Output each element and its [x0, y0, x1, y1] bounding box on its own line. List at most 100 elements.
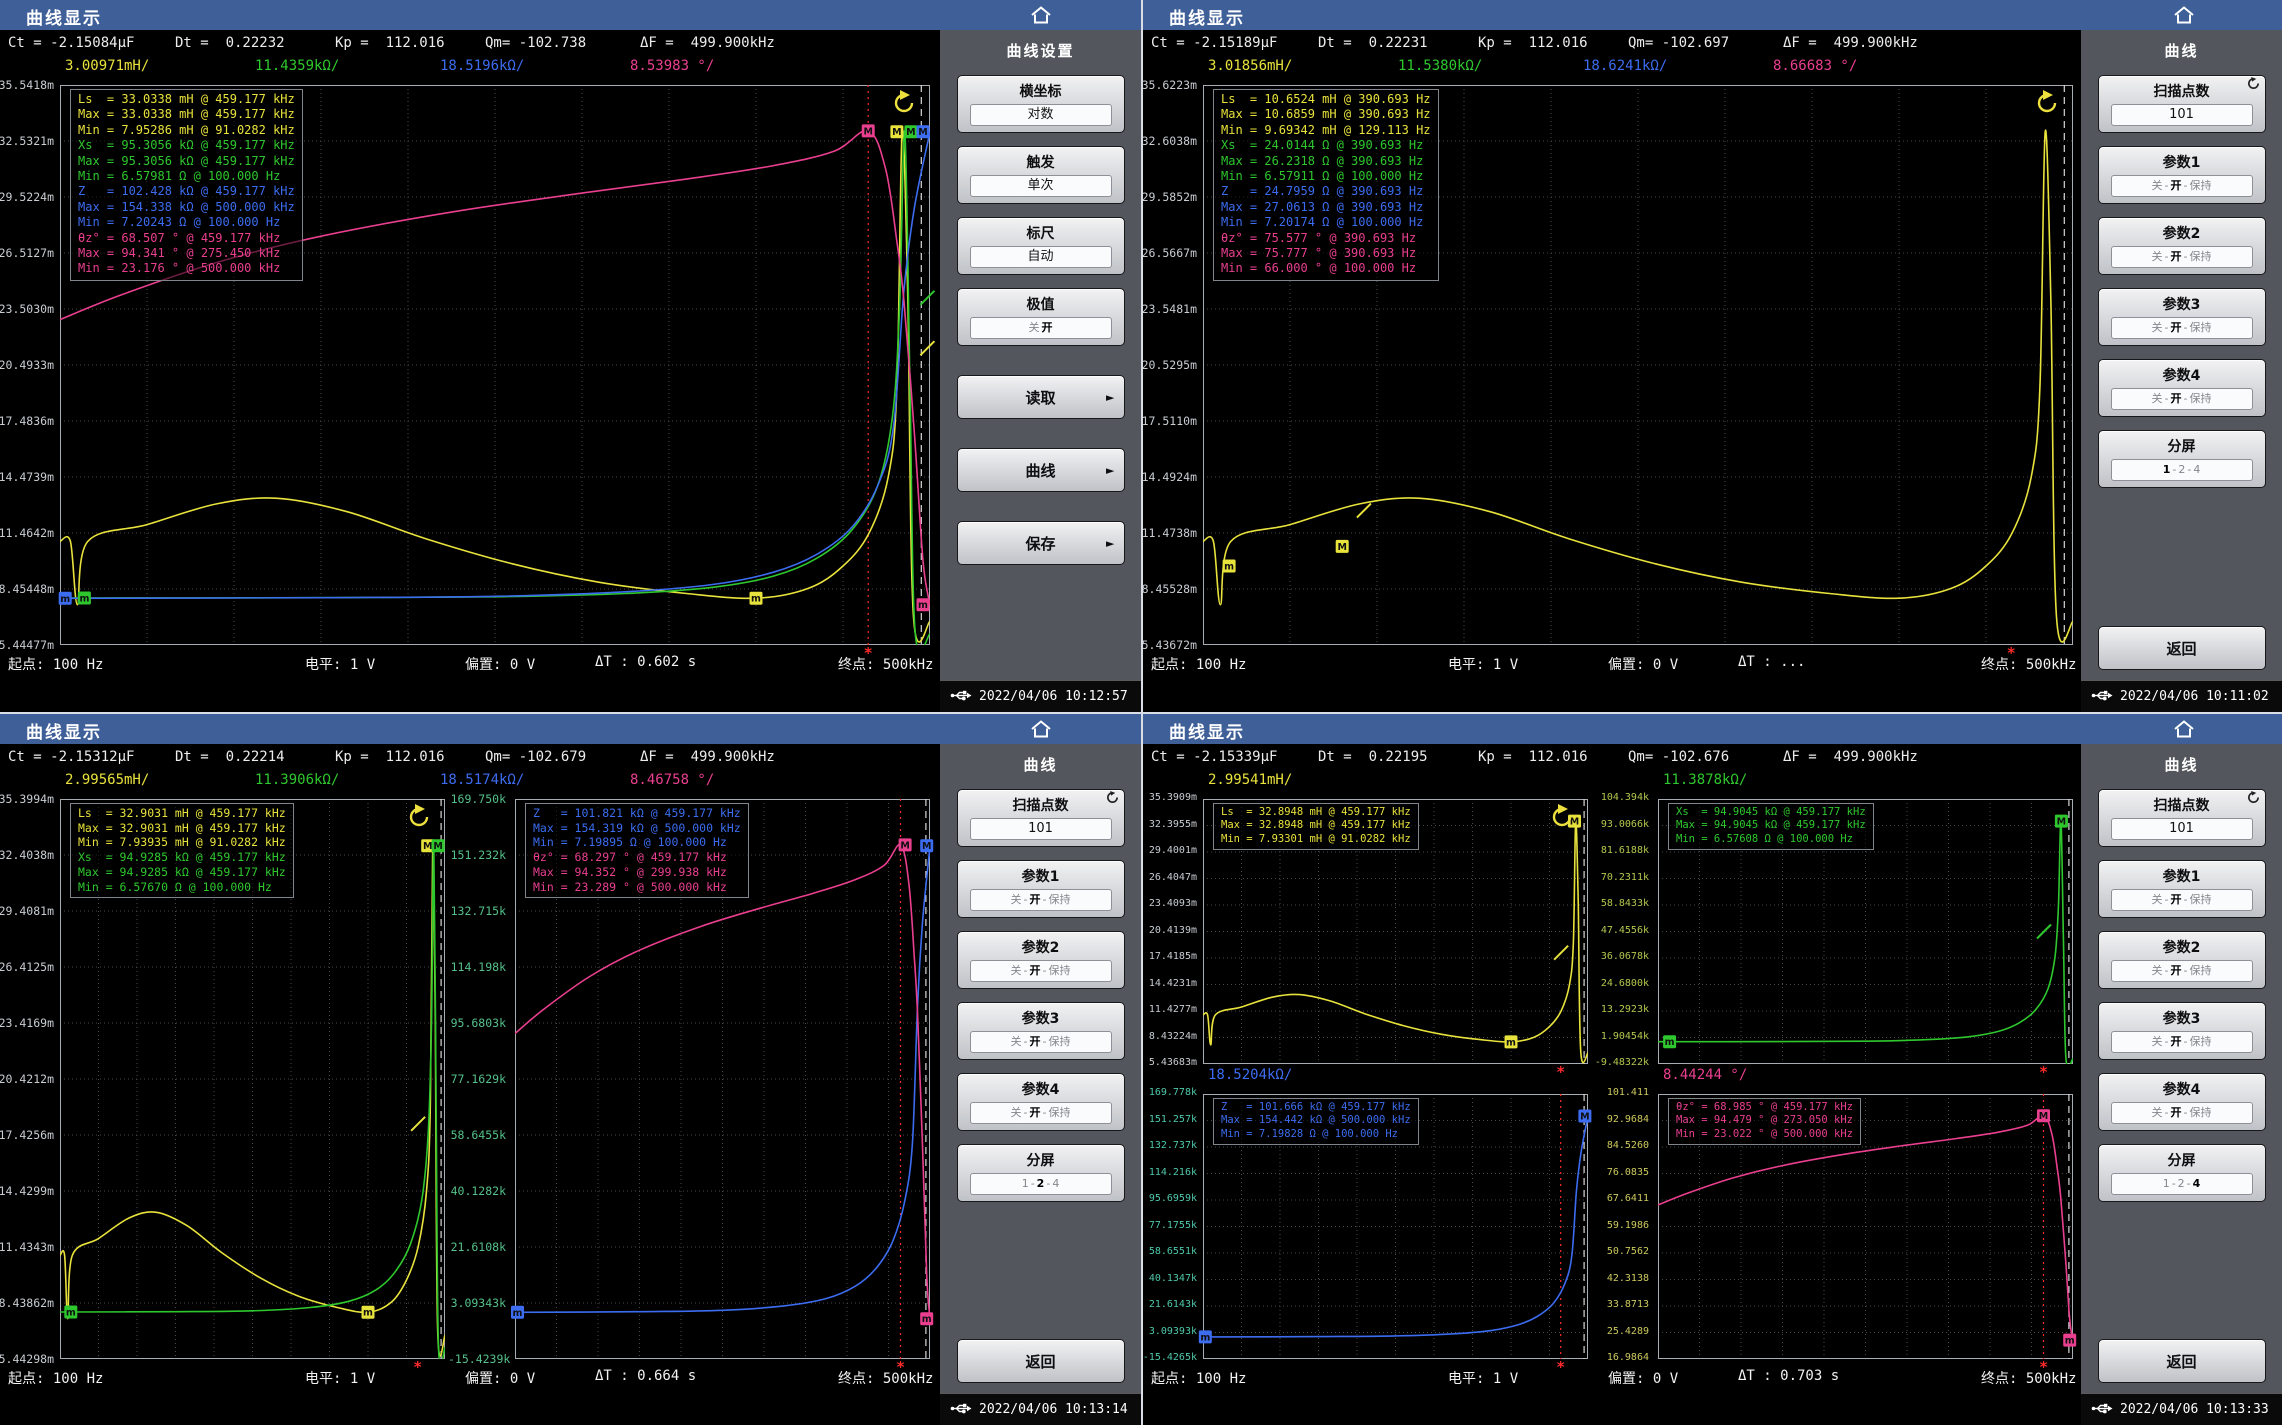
extremum-button[interactable]: 极值关开	[957, 288, 1125, 346]
y-axis-label: 29.5224m	[0, 190, 54, 204]
y-axis-label: 32.6038m	[1141, 134, 1197, 148]
param1-button[interactable]: 参数1关-开-保持	[2098, 860, 2266, 918]
trace-indicator-slash	[1554, 946, 1568, 960]
trace-stat-line: Xs = 95.3056 kΩ @ 459.177 kHz	[78, 138, 295, 153]
y-axis-label: 32.5321m	[0, 134, 54, 148]
trace-scale: 3.00971mH/	[65, 58, 149, 74]
y-axis-label: 77.1629k	[448, 1072, 506, 1086]
sidebar: 曲线扫描点数101参数1关-开-保持参数2关-开-保持参数3关-开-保持参数4关…	[2081, 744, 2282, 1393]
home-icon-glyph	[2172, 719, 2196, 739]
meas-qm: Qm= -102.697	[1628, 35, 1729, 51]
y-axis-label: 8.43224m	[1141, 1031, 1197, 1042]
y-axis-label: 104.394k	[1591, 792, 1649, 803]
param3-button[interactable]: 参数3关-开-保持	[957, 1002, 1125, 1060]
param3-button[interactable]: 参数3关-开-保持	[2098, 288, 2266, 346]
y-axis-label: 11.4738m	[1141, 526, 1197, 540]
svg-text:M: M	[918, 127, 927, 138]
curve-button[interactable]: 曲线►	[957, 448, 1125, 492]
option-inactive: -	[1043, 1035, 1047, 1048]
back-button[interactable]: 返回	[957, 1339, 1125, 1383]
option-active: 开	[2171, 1035, 2182, 1048]
status-strip: 2022/04/06 10:12:57	[940, 680, 1141, 712]
param1-button[interactable]: 参数1关-开-保持	[2098, 146, 2266, 204]
y-axis-label: 35.3909m	[1141, 792, 1197, 803]
y-axis-label: 16.9864	[1591, 1352, 1649, 1363]
param2-button-label: 参数2	[2099, 932, 2265, 957]
svg-text:M: M	[863, 126, 872, 137]
param1-button[interactable]: 参数1关-开-保持	[957, 860, 1125, 918]
param1-button-value: 关-开-保持	[970, 889, 1112, 911]
back-button-label: 返回	[2166, 638, 2196, 659]
param2-button[interactable]: 参数2关-开-保持	[2098, 931, 2266, 989]
back-button[interactable]: 返回	[2098, 1339, 2266, 1383]
split-screen-button[interactable]: 分屏1-2-4	[2098, 430, 2266, 488]
read-button[interactable]: 读取►	[957, 375, 1125, 419]
option-inactive: -	[1024, 1106, 1028, 1119]
x-axis-button-label: 横坐标	[958, 76, 1124, 101]
y-axis-label: 8.43862m	[0, 1296, 54, 1310]
y-axis-label: 14.4739m	[0, 470, 54, 484]
svg-text:m: m	[363, 1308, 373, 1319]
trace-stat-line: Min = 7.20174 Ω @ 100.000 Hz	[1221, 215, 1431, 230]
svg-text:M: M	[892, 127, 901, 138]
min-marker: m	[917, 598, 930, 611]
param2-button[interactable]: 参数2关-开-保持	[957, 931, 1125, 989]
split-screen-button[interactable]: 分屏1-2-4	[957, 1144, 1125, 1202]
page-title: 曲线显示	[1169, 718, 1245, 743]
max-marker: M	[920, 839, 933, 852]
meas-dt: Dt = 0.22214	[175, 749, 285, 765]
y-axis-label: 26.5127m	[0, 246, 54, 260]
title-bar: 曲线显示	[0, 714, 1141, 744]
y-axis-label: 67.6411	[1591, 1193, 1649, 1204]
level: 电平: 1 V	[1448, 1368, 1518, 1388]
option-inactive: -	[2187, 1177, 2191, 1190]
y-axis-label: 1.90454k	[1591, 1031, 1649, 1042]
usb-icon	[950, 689, 972, 702]
param2-button[interactable]: 参数2关-开-保持	[2098, 217, 2266, 275]
y-axis-label: 5.43672m	[1141, 638, 1197, 652]
option-inactive: 关	[2152, 964, 2163, 977]
trace-stat-line: Ls = 10.6524 mH @ 390.693 Hz	[1221, 92, 1431, 107]
sweep-points-button[interactable]: 扫描点数101	[2098, 789, 2266, 847]
option-inactive: 关	[1011, 964, 1022, 977]
trace-scale: 8.46758 °/	[630, 772, 714, 788]
svg-text:m: m	[79, 594, 89, 605]
param3-button[interactable]: 参数3关-开-保持	[2098, 1002, 2266, 1060]
back-button-label: 返回	[1025, 1351, 1055, 1372]
ruler-button[interactable]: 标尺自动	[957, 217, 1125, 275]
sidebar-title: 曲线设置	[1006, 40, 1074, 61]
option-active: 1	[2163, 463, 2171, 476]
trace-scale: 18.5174kΩ/	[440, 772, 524, 788]
sweep-position-marker: *	[1557, 1063, 1565, 1081]
trigger-button[interactable]: 触发单次	[957, 146, 1125, 204]
option-inactive: 2	[2178, 463, 2185, 476]
svg-text:M: M	[1337, 542, 1346, 553]
split-screen-button-label: 分屏	[958, 1145, 1124, 1170]
save-button[interactable]: 保存►	[957, 521, 1125, 565]
home-icon[interactable]	[2169, 4, 2199, 26]
home-icon[interactable]	[1026, 718, 1056, 740]
option-inactive: 关	[1011, 1106, 1022, 1119]
svg-text:M: M	[900, 840, 909, 851]
sidebar: 曲线扫描点数101参数1关-开-保持参数2关-开-保持参数3关-开-保持参数4关…	[940, 744, 1141, 1393]
y-axis-label: -15.4239k	[448, 1352, 506, 1366]
sweep-points-button[interactable]: 扫描点数101	[957, 789, 1125, 847]
meas-qm: Qm= -102.676	[1628, 749, 1729, 765]
trace-stat-line: Min = 23.176 ° @ 500.000 kHz	[78, 261, 295, 276]
split-screen-button[interactable]: 分屏1-2-4	[2098, 1144, 2266, 1202]
home-icon[interactable]	[2169, 718, 2199, 740]
sweep-refresh-icon	[896, 90, 912, 111]
y-axis-label: 32.4038m	[0, 848, 54, 862]
sweep-points-button[interactable]: 扫描点数101	[2098, 75, 2266, 133]
param4-button-value: 关-开-保持	[970, 1102, 1112, 1124]
y-axis-label: 151.232k	[448, 848, 506, 862]
back-button[interactable]: 返回	[2098, 626, 2266, 670]
home-icon[interactable]	[1026, 4, 1056, 26]
meas-ct: Ct = -2.15339μF	[1151, 749, 1277, 765]
param4-button[interactable]: 参数4关-开-保持	[957, 1073, 1125, 1131]
option-active: 2	[1037, 1177, 1045, 1190]
param4-button[interactable]: 参数4关-开-保持	[2098, 359, 2266, 417]
x-axis-button[interactable]: 横坐标对数	[957, 75, 1125, 133]
param4-button[interactable]: 参数4关-开-保持	[2098, 1073, 2266, 1131]
option-inactive: 保持	[1048, 964, 1070, 977]
